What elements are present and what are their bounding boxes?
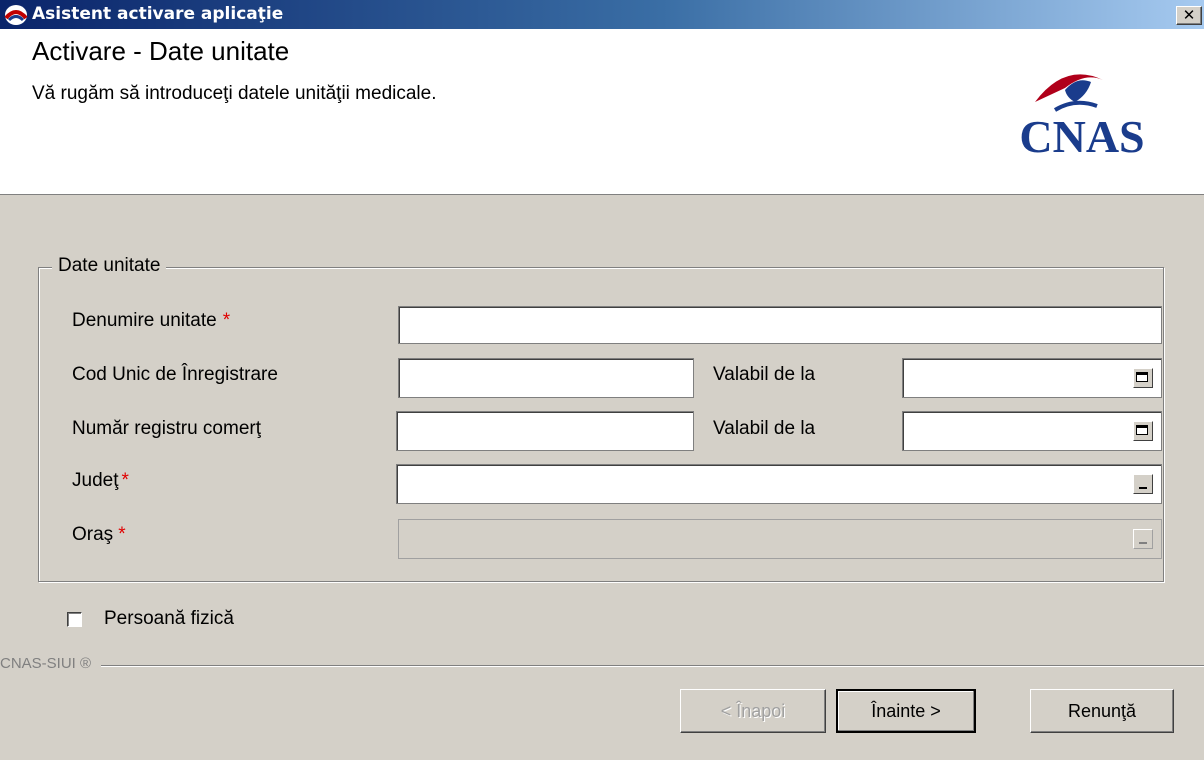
calendar-button[interactable] [1133,368,1153,388]
cui-label: Cod Unic de Înregistrare [72,364,278,385]
app-icon [4,5,28,25]
oras-picker-input [398,519,1162,559]
calendar-icon [1136,425,1148,435]
ellipsis-icon [1139,487,1147,489]
close-icon: ✕ [1182,6,1196,24]
nr-reg-input[interactable] [396,411,694,451]
nr-reg-label: Număr registru comerţ [72,418,261,439]
cnas-logo-text: CNAS [1019,111,1144,160]
page-subtitle: Vă rugăm să introduceţi datele unităţii … [32,83,437,104]
nr-reg-valid-label: Valabil de la [713,418,816,439]
denumire-unitate-input[interactable] [398,306,1162,344]
denumire-label-text: Denumire unitate [72,310,217,331]
footer-divider [0,665,1204,667]
oras-label: Oraş * [72,524,126,546]
cui-valid-label: Valabil de la [713,364,816,385]
required-marker: * [118,524,126,545]
judet-ellipsis-button[interactable] [1133,474,1153,494]
denumire-label: Denumire unitate * [72,310,230,332]
judet-label-text: Judeţ [72,470,119,491]
calendar-icon [1136,372,1148,382]
cnas-logo: CNAS [1019,74,1145,160]
cui-input[interactable] [398,358,694,398]
cancel-button[interactable]: Renunţă [1030,689,1174,733]
required-marker: * [121,470,129,491]
window-title: Asistent activare aplicaţie [32,4,284,24]
required-marker: * [222,310,231,331]
nr-reg-valid-date-input[interactable] [902,411,1162,451]
group-title: Date unitate [52,255,167,277]
judet-label: Judeţ * [72,470,129,492]
next-button[interactable]: Înainte > [836,689,976,733]
oras-label-text: Oraş [72,524,114,545]
calendar-button[interactable] [1133,421,1153,441]
close-button[interactable]: ✕ [1176,6,1202,25]
persoana-fizica-label[interactable]: Persoană fizică [104,608,234,630]
judet-picker-input[interactable] [396,464,1162,504]
persoana-fizica-checkbox[interactable] [67,612,82,627]
back-button[interactable]: < Înapoi [680,689,826,733]
page-title: Activare - Date unitate [32,36,290,66]
ellipsis-icon [1139,542,1147,544]
cui-valid-date-input[interactable] [902,358,1162,398]
footer-brand: CNAS-SIUI ® [0,655,102,672]
oras-ellipsis-button [1133,529,1153,549]
